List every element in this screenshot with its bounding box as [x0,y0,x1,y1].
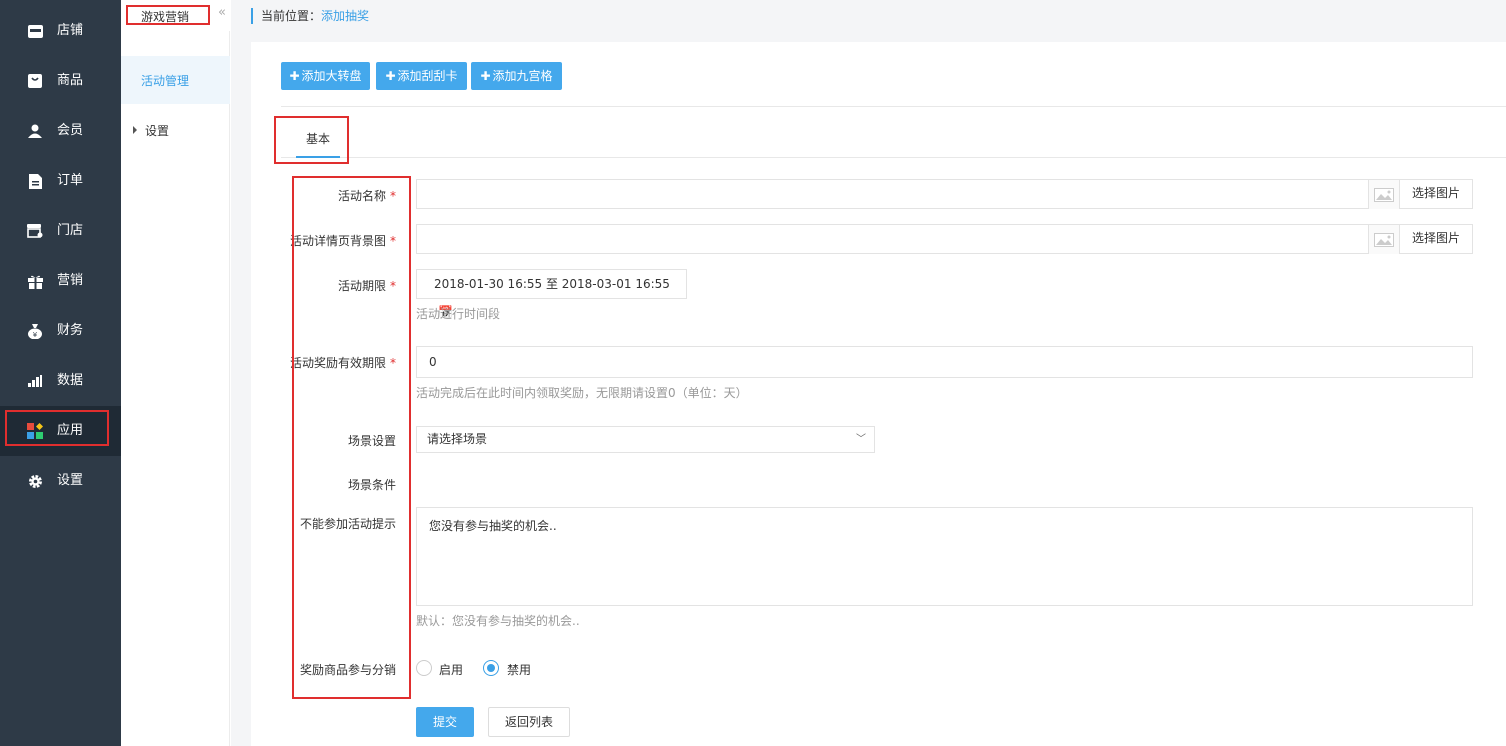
scene-select-value: 请选择场景 [427,432,488,446]
activity-period-label: 活动期限 * [337,279,396,293]
sidebar-item-settings[interactable]: 设置 [0,456,121,506]
subnav-item-activity[interactable]: 活动管理 [121,56,230,104]
secondary-sidebar: 游戏营销 « 活动管理 设置 [121,0,230,746]
plus-icon: ✚ [385,69,396,83]
sidebar-item-member[interactable]: 会员 [0,106,121,156]
tab-active-indicator [296,156,340,158]
subnav-title: 游戏营销 [141,10,190,24]
sidebar-item-label: 应用 [57,423,84,438]
scene-select[interactable]: 请选择场景 ﹀ [416,426,875,453]
reward-hint: 活动完成后在此时间内领取奖励，无限期请设置0（单位：天） [416,386,748,400]
ineligible-tip-label: 不能参加活动提示 [299,517,396,531]
gear-icon [27,473,43,489]
collapse-icon[interactable]: « [218,5,226,20]
breadcrumb-current[interactable]: 添加抽奖 [321,9,369,23]
distribution-disable-label[interactable]: 禁用 [507,661,531,678]
reward-validity-input[interactable]: 0 [416,346,1473,378]
sidebar-item-label: 会员 [57,123,84,138]
tab-bar-line [281,157,1506,158]
sidebar-item-marketing[interactable]: 营销 [0,256,121,306]
svg-text:¥: ¥ [33,331,38,339]
caret-right-icon [133,126,137,134]
main-sidebar: 店铺 商品 会员 订单 门店 营销 ¥ 财务 数据 应用 设置 [0,0,121,746]
sidebar-item-label: 财务 [57,323,84,338]
add-scratch-card-button[interactable]: ✚ 添加刮刮卡 [376,62,467,90]
back-to-list-button[interactable]: 返回列表 [488,707,570,737]
date-range-picker[interactable]: 2018-01-30 16:55 至 2018-03-01 16:55📅 [416,269,687,319]
activity-name-input[interactable] [416,179,1473,209]
image-placeholder-icon [1368,180,1399,209]
sidebar-item-apps[interactable]: 应用 [0,406,121,456]
select-image-button[interactable]: 选择图片 [1399,179,1473,209]
user-icon [27,123,43,139]
sidebar-item-goods[interactable]: 商品 [0,56,121,106]
ineligible-tip-textarea[interactable]: 您没有参与抽奖的机会.. [416,507,1473,606]
sidebar-item-label: 店铺 [57,23,84,38]
sidebar-item-label: 商品 [57,73,84,88]
sidebar-item-data[interactable]: 数据 [0,356,121,406]
store-icon [27,23,43,39]
reward-validity-label: 活动奖励有效期限 * [289,356,396,370]
subnav-header: 游戏营销 « [121,0,230,31]
sidebar-item-order[interactable]: 订单 [0,156,121,206]
sidebar-item-shop[interactable]: 门店 [0,206,121,256]
plus-icon: ✚ [289,69,300,83]
select-image-button[interactable]: 选择图片 [1399,224,1473,254]
add-nine-grid-button[interactable]: ✚ 添加九宫格 [471,62,562,90]
activity-name-label: 活动名称 * [337,189,396,203]
subnav-item-label: 活动管理 [141,74,190,88]
shop-icon [27,223,43,239]
sidebar-item-label: 门店 [57,223,84,238]
distribution-enable-radio[interactable] [416,660,432,676]
sidebar-item-label: 订单 [57,173,84,188]
apps-icon [27,423,43,439]
distribution-enable-label[interactable]: 启用 [439,661,463,678]
goods-icon [27,73,43,89]
bar-chart-icon [27,373,43,389]
scene-condition-label: 场景条件 [347,478,396,492]
background-image-input[interactable] [416,224,1473,254]
chevron-down-icon: ﹀ [856,434,866,445]
submit-button[interactable]: 提交 [416,707,474,737]
sidebar-item-label: 设置 [57,473,84,488]
distribution-disable-radio[interactable] [483,660,499,676]
date-range-value: 2018-01-30 16:55 至 2018-03-01 16:55 [434,277,670,291]
money-bag-icon: ¥ [27,323,43,339]
image-placeholder-icon [1368,225,1399,254]
plus-icon: ✚ [480,69,491,83]
breadcrumb-prefix: 当前位置： [261,9,322,23]
background-image-label: 活动详情页背景图 * [289,234,396,248]
breadcrumb: 当前位置：添加抽奖 [251,8,369,24]
sidebar-item-finance[interactable]: ¥ 财务 [0,306,121,356]
scene-setting-label: 场景设置 [347,434,396,448]
add-wheel-button[interactable]: ✚ 添加大转盘 [281,62,370,90]
distribution-label: 奖励商品参与分销 [299,663,396,677]
sidebar-item-label: 数据 [57,373,84,388]
tab-basic[interactable]: 基本 [296,130,340,147]
subnav-item-label: 设置 [145,124,170,138]
divider [281,106,1506,107]
period-hint: 活动进行时间段 [416,307,501,321]
subnav-item-settings[interactable]: 设置 [133,122,169,139]
order-icon [27,173,43,189]
sidebar-item-store[interactable]: 店铺 [0,6,121,56]
tip-hint: 默认：您没有参与抽奖的机会.. [416,614,580,628]
sidebar-item-label: 营销 [57,273,84,288]
gift-icon [27,273,43,289]
